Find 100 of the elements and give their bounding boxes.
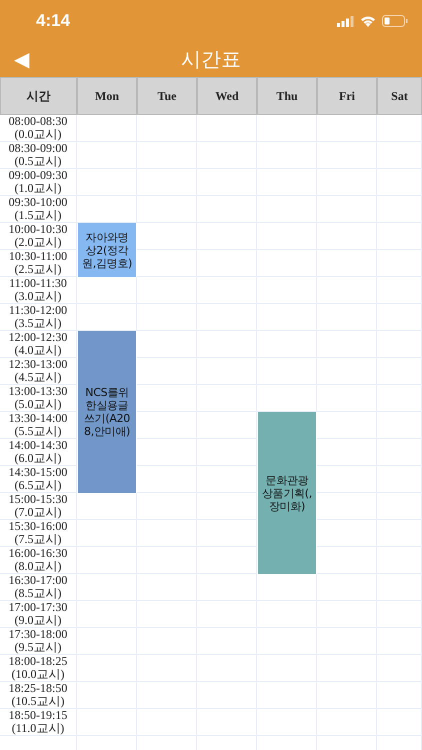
time-slot: 15:30-16:00 (7.5교시)	[8, 520, 68, 546]
table-cell	[137, 169, 197, 196]
table-cell	[137, 358, 197, 385]
table-cell	[257, 574, 317, 601]
time-slot: 09:00-09:30 (1.0교시)	[8, 169, 68, 195]
table-cell	[377, 385, 422, 412]
table-cell	[197, 115, 257, 142]
table-cell	[317, 250, 377, 277]
table-cell	[137, 142, 197, 169]
table-cell	[317, 142, 377, 169]
time-slot: 11:30-12:00 (3.5교시)	[8, 304, 68, 330]
column-header: 시간	[0, 77, 77, 115]
table-cell	[317, 682, 377, 709]
battery-icon	[382, 15, 408, 27]
table-cell	[377, 574, 422, 601]
table-cell	[197, 142, 257, 169]
table-cell	[137, 682, 197, 709]
table-cell	[317, 601, 377, 628]
column-header: Sat	[377, 77, 422, 115]
table-cell	[197, 682, 257, 709]
table-cell	[137, 250, 197, 277]
table-cell	[377, 169, 422, 196]
table-cell	[377, 358, 422, 385]
course-block[interactable]: 자아와명상2(정각원,김명호)	[78, 223, 136, 277]
table-cell	[257, 196, 317, 223]
table-cell	[377, 628, 422, 655]
table-cell	[377, 196, 422, 223]
time-slot: 13:00-13:30 (5.0교시)	[8, 385, 68, 411]
table-cell	[377, 439, 422, 466]
table-cell	[317, 385, 377, 412]
table-cell	[317, 547, 377, 574]
table-cell	[137, 655, 197, 682]
time-slot: 10:00-10:30 (2.0교시)	[8, 223, 68, 249]
table-cell	[137, 493, 197, 520]
table-cell	[137, 412, 197, 439]
time-slot: 09:30-10:00 (1.5교시)	[8, 196, 68, 222]
table-cell	[197, 196, 257, 223]
time-slot: 10:30-11:00 (2.5교시)	[8, 250, 68, 276]
table-cell	[197, 169, 257, 196]
table-cell	[137, 115, 197, 142]
table-cell	[197, 304, 257, 331]
table-cell	[197, 439, 257, 466]
table-cell	[257, 115, 317, 142]
table-cell	[197, 358, 257, 385]
time-slot: 17:00-17:30 (9.0교시)	[8, 601, 68, 627]
table-cell	[317, 115, 377, 142]
table-cell	[377, 466, 422, 493]
wifi-icon	[360, 15, 376, 27]
table-cell	[377, 547, 422, 574]
table-cell	[197, 250, 257, 277]
table-cell	[317, 655, 377, 682]
status-time: 4:14	[36, 11, 72, 31]
table-cell	[197, 412, 257, 439]
column-header: Thu	[257, 77, 317, 115]
table-cell	[137, 196, 197, 223]
course-block[interactable]: NCS를위한실용글쓰기(A208,안미애)	[78, 331, 136, 493]
table-cell	[317, 169, 377, 196]
table-cell	[197, 223, 257, 250]
column-header: Mon	[77, 77, 137, 115]
table-cell	[377, 520, 422, 547]
course-block[interactable]: 문화관광상품기획(,장미화)	[258, 412, 316, 574]
table-cell	[317, 196, 377, 223]
table-cell	[197, 574, 257, 601]
table-cell	[257, 304, 317, 331]
table-cell	[197, 466, 257, 493]
table-cell	[317, 304, 377, 331]
table-cell	[317, 709, 377, 736]
table-cell	[137, 520, 197, 547]
table-cell	[137, 277, 197, 304]
table-cell	[257, 682, 317, 709]
table-cell	[257, 223, 317, 250]
time-slot: 18:25-18:50 (10.5교시)	[8, 682, 68, 708]
table-cell	[197, 385, 257, 412]
table-cell	[317, 439, 377, 466]
table-cell	[137, 385, 197, 412]
column-header: Fri	[317, 77, 377, 115]
table-cell	[257, 709, 317, 736]
table-cell	[377, 115, 422, 142]
table-cell	[377, 682, 422, 709]
table-cell	[137, 466, 197, 493]
table-cell	[137, 304, 197, 331]
table-cell	[197, 709, 257, 736]
table-cell	[377, 601, 422, 628]
table-cell	[197, 493, 257, 520]
time-slot: 13:30-14:00 (5.5교시)	[8, 412, 68, 438]
time-slot: 18:50-19:15 (11.0교시)	[8, 709, 68, 735]
table-cell	[197, 655, 257, 682]
table-cell	[377, 655, 422, 682]
time-slot: 14:00-14:30 (6.0교시)	[8, 439, 68, 465]
table-cell	[197, 277, 257, 304]
table-cell	[137, 331, 197, 358]
table-cell	[377, 304, 422, 331]
table-cell	[377, 250, 422, 277]
time-slot: 08:00-08:30 (0.0교시)	[8, 115, 68, 141]
signal-icon	[337, 16, 354, 26]
table-cell	[317, 412, 377, 439]
table-cell	[197, 628, 257, 655]
table-cell	[377, 142, 422, 169]
screen-title: 시간표	[180, 48, 242, 73]
table-cell	[257, 142, 317, 169]
